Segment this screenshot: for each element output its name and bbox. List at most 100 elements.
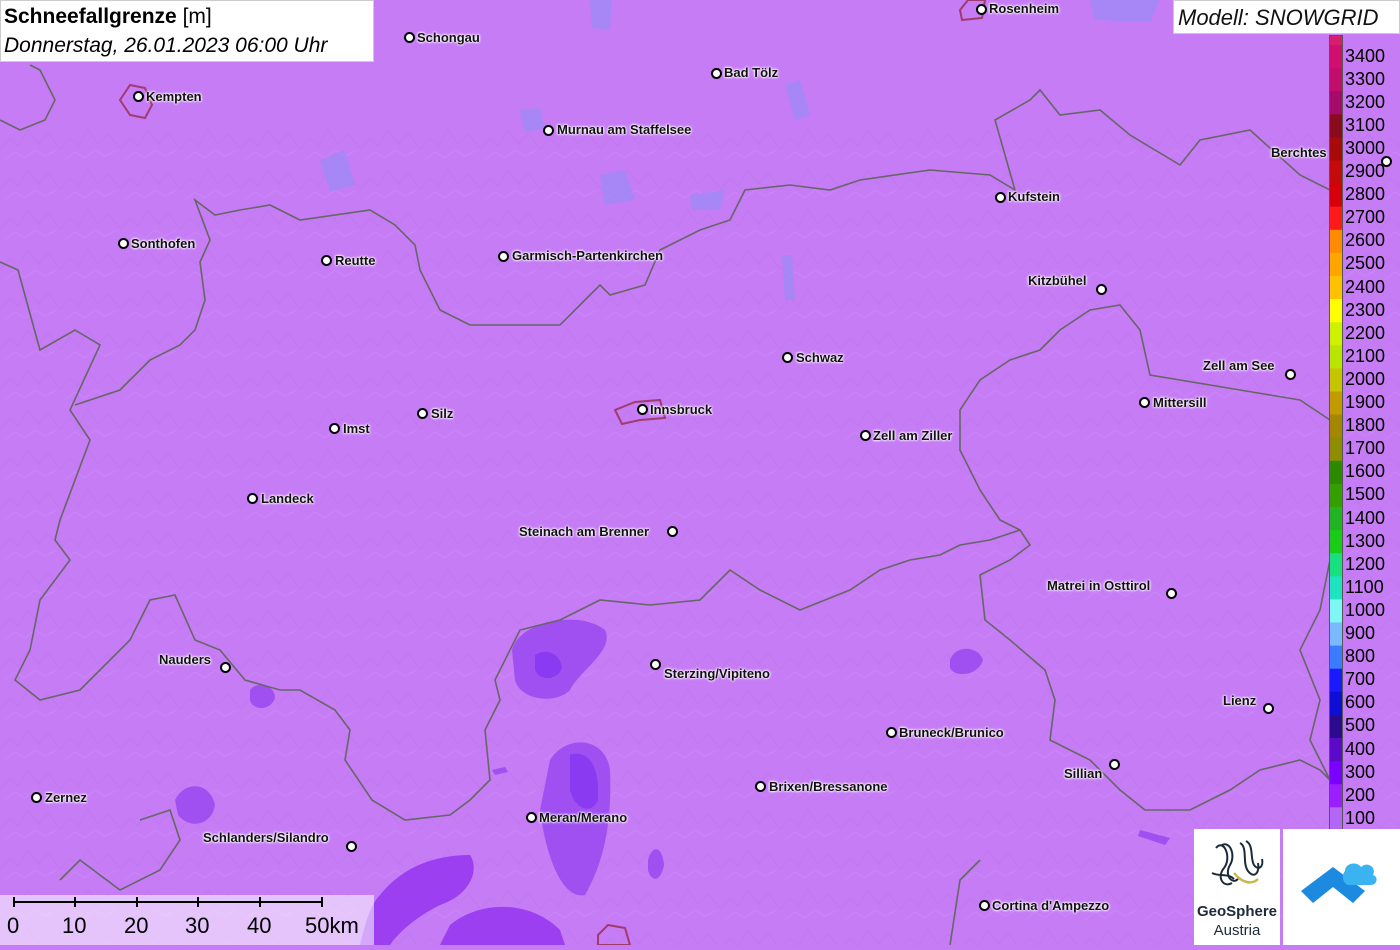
city-marker	[118, 238, 129, 249]
legend-label: 900	[1345, 623, 1376, 644]
city-marker	[133, 91, 144, 102]
city-label[interactable]: Mittersill	[1153, 395, 1206, 410]
legend-swatch	[1329, 576, 1343, 600]
geosphere-logo[interactable]: GeoSphere Austria	[1194, 829, 1280, 945]
city-label[interactable]: Bruneck/Brunico	[899, 725, 1004, 740]
city-label[interactable]: Nauders	[159, 652, 211, 667]
legend-swatch	[1329, 206, 1343, 231]
legend-label: 2400	[1345, 276, 1386, 297]
city-label[interactable]: Silz	[431, 406, 453, 421]
city-marker	[498, 251, 509, 262]
city-marker	[650, 659, 661, 670]
legend-swatch	[1329, 45, 1343, 69]
city-marker	[247, 493, 258, 504]
city-label[interactable]: Kitzbühel	[1028, 273, 1087, 288]
scale-tick-label: 10	[62, 913, 87, 938]
legend-label: 700	[1345, 669, 1376, 690]
city-label[interactable]: Kufstein	[1008, 189, 1060, 204]
legend-label: 100	[1345, 807, 1376, 828]
city-marker	[526, 812, 537, 823]
legend-label: 300	[1345, 761, 1376, 782]
legend-label: 2000	[1345, 368, 1386, 389]
legend-label: 1100	[1345, 576, 1384, 597]
legend-swatch	[1329, 160, 1343, 185]
legend-swatch	[1329, 368, 1343, 392]
city-label[interactable]: Bad Tölz	[724, 65, 778, 80]
legend-label: 600	[1345, 692, 1376, 713]
legend-swatch	[1329, 391, 1343, 416]
weather-app-logo[interactable]	[1283, 829, 1400, 945]
legend-swatch	[1329, 414, 1343, 439]
legend-label: 1600	[1345, 461, 1386, 482]
city-label[interactable]: Brixen/Bressanone	[769, 779, 888, 794]
legend-swatch	[1329, 645, 1343, 670]
city-label[interactable]: Kempten	[146, 89, 202, 104]
legend-swatch	[1329, 460, 1343, 485]
city-label[interactable]: Sonthofen	[131, 236, 195, 251]
city-label[interactable]: Imst	[343, 421, 370, 436]
city-marker	[711, 68, 722, 79]
city-label[interactable]: Cortina d'Ampezzo	[992, 898, 1109, 913]
legend-swatch	[1329, 137, 1343, 161]
terrain-relief	[0, 120, 1400, 945]
scale-bar: 0 10 20 30 40 50km	[0, 895, 374, 945]
legend-swatch	[1329, 437, 1343, 462]
legend-swatch	[1329, 530, 1343, 554]
scale-tick-label: 40	[247, 913, 272, 938]
legend-label: 1300	[1345, 530, 1386, 551]
city-label[interactable]: Sterzing/Vipiteno	[664, 666, 770, 681]
city-label[interactable]: Rosenheim	[989, 1, 1059, 16]
legend-label: 1400	[1345, 507, 1386, 528]
legend-swatch	[1329, 622, 1343, 647]
city-label[interactable]: Berchtes	[1271, 145, 1327, 160]
city-marker	[886, 727, 897, 738]
legend-label: 3400	[1345, 45, 1386, 66]
city-marker	[976, 4, 987, 15]
legend-label: 1500	[1345, 484, 1386, 505]
city-label[interactable]: Schwaz	[796, 350, 844, 365]
snowline-map[interactable]	[0, 0, 1400, 945]
city-label[interactable]: Sillian	[1064, 766, 1102, 781]
legend-swatch	[1329, 761, 1343, 785]
city-label[interactable]: Innsbruck	[650, 402, 712, 417]
map-datetime: Donnerstag, 26.01.2023 06:00 Uhr	[4, 34, 328, 57]
legend-swatch	[1329, 183, 1343, 208]
legend-swatch	[1329, 68, 1343, 92]
legend-label: 800	[1345, 646, 1376, 667]
city-marker	[31, 792, 42, 803]
legend-label: 1700	[1345, 438, 1386, 459]
scale-tick-label: 30	[185, 913, 210, 938]
legend-swatch	[1329, 507, 1343, 531]
legend-swatch	[1329, 738, 1343, 762]
color-legend-bar	[1329, 35, 1343, 831]
city-label[interactable]: Zernez	[45, 790, 87, 805]
city-label[interactable]: Meran/Merano	[539, 810, 627, 825]
city-label[interactable]: Murnau am Staffelsee	[557, 122, 691, 137]
legend-swatch	[1329, 691, 1343, 716]
city-marker	[321, 255, 332, 266]
city-label[interactable]: Lienz	[1223, 693, 1256, 708]
city-marker	[667, 526, 678, 537]
city-label[interactable]: Schongau	[417, 30, 480, 45]
legend-label: 500	[1345, 715, 1376, 736]
city-label[interactable]: Zell am Ziller	[873, 428, 952, 443]
legend-label: 3100	[1345, 114, 1386, 135]
legend-label: 2600	[1345, 230, 1386, 251]
legend-swatch	[1329, 35, 1343, 45]
city-label[interactable]: Schlanders/Silandro	[203, 830, 329, 845]
legend-label: 2900	[1345, 161, 1386, 182]
city-marker	[979, 900, 990, 911]
legend-swatch	[1329, 599, 1343, 623]
city-marker	[1139, 397, 1150, 408]
city-label[interactable]: Steinach am Brenner	[519, 524, 649, 539]
city-label[interactable]: Zell am See	[1203, 358, 1275, 373]
city-label[interactable]: Matrei in Osttirol	[1047, 578, 1150, 593]
legend-swatch	[1329, 252, 1343, 277]
legend-label: 1000	[1345, 599, 1386, 620]
city-label[interactable]: Garmisch-Partenkirchen	[512, 248, 663, 263]
city-marker	[329, 423, 340, 434]
city-marker	[782, 352, 793, 363]
city-label[interactable]: Landeck	[261, 491, 314, 506]
city-label[interactable]: Reutte	[335, 253, 375, 268]
legend-swatch	[1329, 807, 1343, 831]
